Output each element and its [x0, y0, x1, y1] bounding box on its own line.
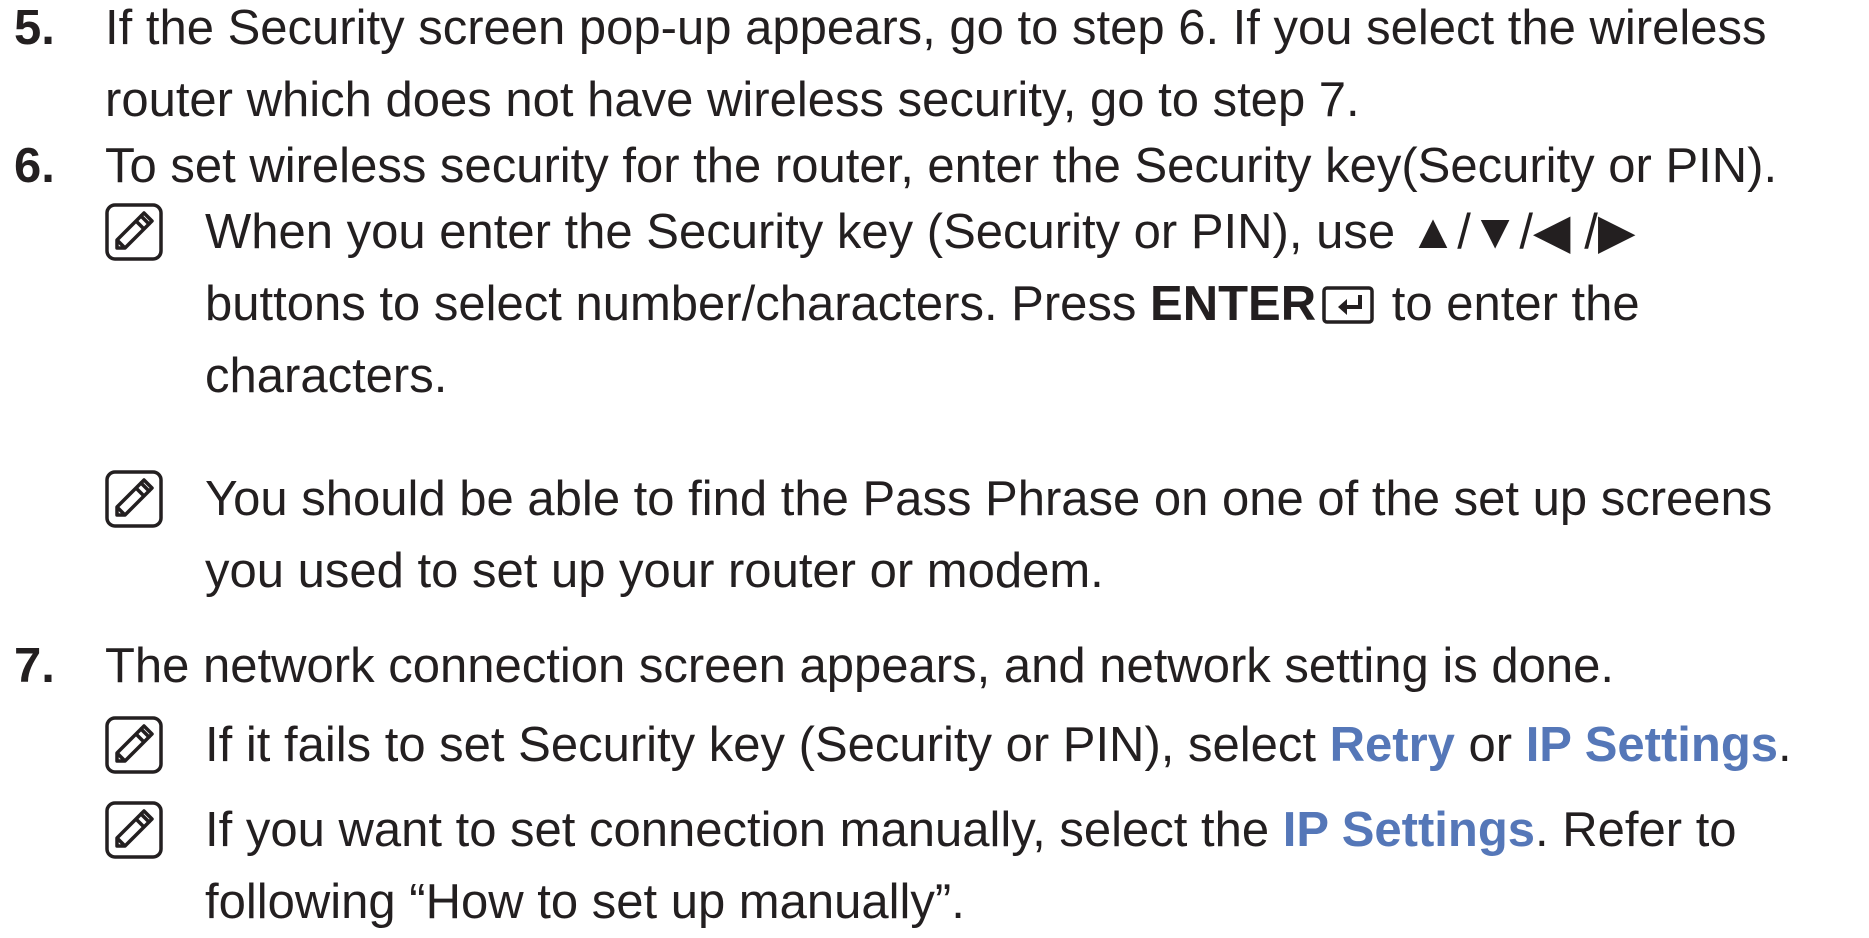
note-text-segment: or [1454, 718, 1526, 772]
step-line: To set wireless security for the router,… [105, 139, 1778, 193]
note-line: following “How to set up manually”. [205, 875, 965, 929]
note-line: If you want to set connection manually, … [205, 794, 1737, 866]
ip-settings-link[interactable]: IP Settings [1283, 803, 1535, 857]
note-text: If you want to set connection manually, … [205, 794, 1737, 938]
enter-key-icon [1322, 286, 1374, 324]
note-line: characters. [205, 349, 448, 403]
step-text: To set wireless security for the router,… [105, 130, 1865, 202]
note-text-segment: buttons to select number/characters. Pre… [205, 277, 1151, 331]
note-text: If it fails to set Security key (Securit… [205, 709, 1792, 781]
note-icon [104, 715, 164, 775]
note-line: You should be able to find the Pass Phra… [205, 472, 1773, 526]
note-text-segment: If it fails to set Security key (Securit… [205, 718, 1330, 772]
note-line: buttons to select number/characters. Pre… [205, 268, 1640, 340]
note-text-segment: . [1778, 718, 1792, 772]
step-text: If the Security screen pop-up appears, g… [105, 0, 1865, 136]
note-line: When you enter the Security key (Securit… [205, 205, 1636, 259]
step-number: 7. [14, 639, 55, 693]
step-line: If the Security screen pop-up appears, g… [105, 1, 1767, 55]
note-text: When you enter the Security key (Securit… [205, 196, 1640, 412]
step-number: 6. [14, 139, 55, 193]
note-text-segment: . Refer to [1535, 803, 1737, 857]
step-line: The network connection screen appears, a… [105, 639, 1614, 693]
note-text: You should be able to find the Pass Phra… [205, 463, 1772, 607]
step-text: The network connection screen appears, a… [105, 630, 1865, 702]
step-number: 5. [14, 1, 55, 55]
note-text-segment: to enter the [1378, 277, 1640, 331]
note-icon [104, 469, 164, 529]
note-icon [104, 202, 164, 262]
enter-key-label: ENTER [1150, 277, 1317, 331]
note-line: If it fails to set Security key (Securit… [205, 709, 1792, 781]
ip-settings-link[interactable]: IP Settings [1526, 718, 1778, 772]
note-line: you used to set up your router or modem. [205, 544, 1104, 598]
step-line: router which does not have wireless secu… [105, 73, 1360, 127]
note-text-segment: If you want to set connection manually, … [205, 803, 1283, 857]
retry-link[interactable]: Retry [1330, 718, 1455, 772]
note-icon [104, 800, 164, 860]
